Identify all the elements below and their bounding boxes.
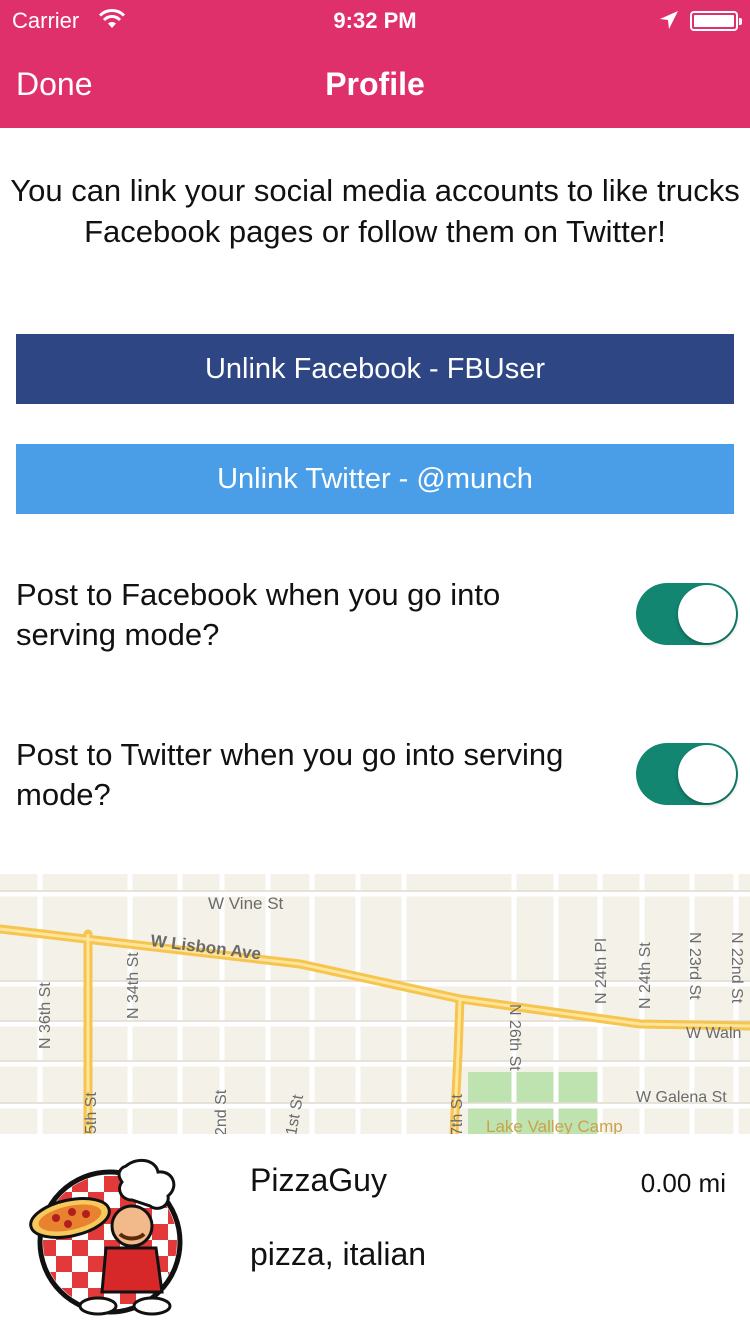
post-twitter-toggle[interactable] (636, 743, 738, 805)
map-label-2nd: 2nd St (213, 1089, 230, 1134)
map-label-n-23rd: N 23rd St (686, 932, 703, 1000)
truck-tags: pizza, italian (250, 1236, 427, 1272)
page-title: Profile (325, 66, 425, 102)
unlink-twitter-button[interactable]: Unlink Twitter - @munch (16, 444, 734, 514)
truck-distance: 0.00 mi (640, 1168, 726, 1198)
map-label-w-galena: W Galena St (636, 1089, 727, 1106)
map-label-n-24th-pl: N 24th Pl (593, 938, 610, 1004)
map-label-w-vine: W Vine St (208, 894, 284, 913)
map-label-w-walnut: W Waln (686, 1025, 741, 1042)
map-label-w-lisbon: W Lisbon Ave (150, 931, 263, 963)
post-twitter-label: Post to Twitter when you go into serving… (16, 737, 564, 812)
toggle-knob (678, 745, 736, 803)
intro-text: You can link your social media accounts … (10, 173, 740, 249)
truck-card[interactable]: PizzaGuy pizza, italian 0.00 mi (0, 1134, 750, 1334)
map-label-n-24th: N 24th St (637, 942, 654, 1009)
status-bar: Carrier 9:32 PM (0, 0, 750, 40)
toggle-knob (678, 585, 736, 643)
navigation-bar: Carrier 9:32 PM Done Profile (0, 0, 750, 128)
map-canvas: W Vine St W Lisbon Ave N 36th St N 34th … (0, 874, 750, 1134)
map-view[interactable]: W Vine St W Lisbon Ave N 36th St N 34th … (0, 874, 750, 1134)
map-label-1st: 1st St (283, 1093, 307, 1134)
map-label-n-34th: N 34th St (125, 952, 142, 1019)
pizza-guy-logo-icon (29, 1158, 183, 1316)
battery-icon (690, 11, 742, 31)
map-label-park: Lake Valley Camp (486, 1117, 623, 1134)
unlink-facebook-button[interactable]: Unlink Facebook - FBUser (16, 334, 734, 404)
location-arrow-icon (660, 11, 678, 29)
map-label-7th: 7th St (449, 1094, 466, 1134)
map-label-5th: 5th St (83, 1092, 100, 1134)
truck-name: PizzaGuy (250, 1162, 387, 1198)
map-label-n-36th: N 36th St (37, 982, 54, 1049)
post-facebook-label: Post to Facebook when you go into servin… (16, 577, 501, 652)
map-label-n-22nd: N 22nd St (728, 932, 745, 1004)
post-facebook-toggle[interactable] (636, 583, 738, 645)
map-label-n-26th: N 26th St (506, 1004, 523, 1071)
status-time: 9:32 PM (333, 8, 417, 33)
